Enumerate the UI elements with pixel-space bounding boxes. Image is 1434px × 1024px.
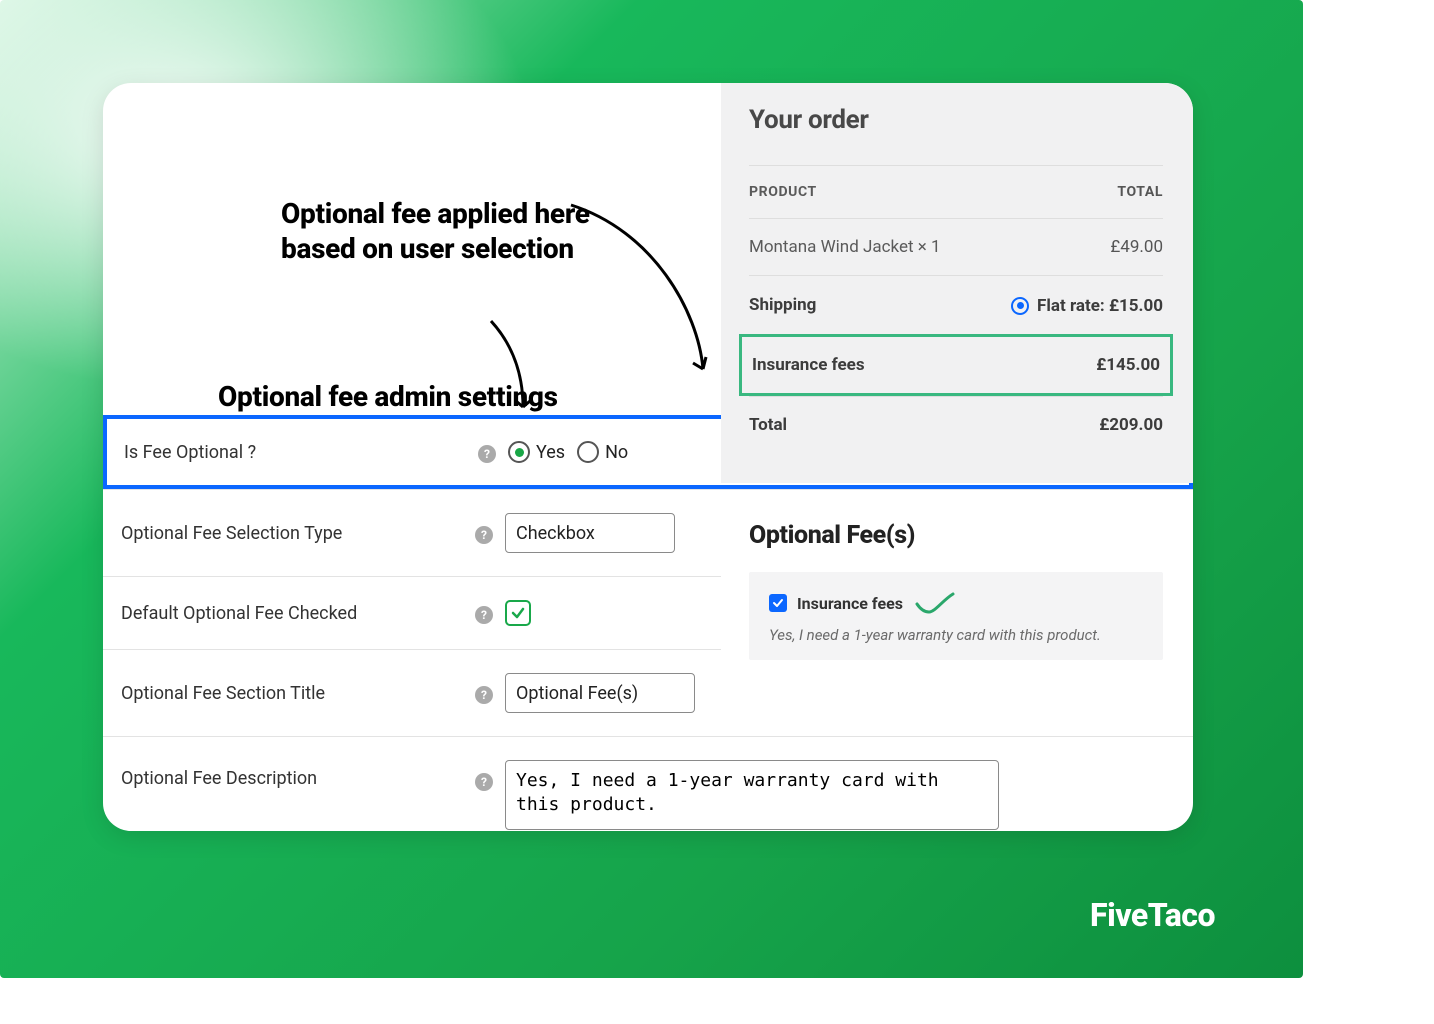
handdrawn-check-icon [913,590,957,616]
order-insurance-label: Insurance fees [752,355,1096,375]
order-head-total: Total [1117,184,1163,200]
section-title-input[interactable]: Optional Fee(s) [505,673,695,713]
selection-type-label: Optional Fee Selection Type [121,523,475,544]
optional-fee-name: Insurance fees [797,594,903,613]
selection-type-value: Checkbox [516,523,595,544]
optional-fee-note: Yes, I need a 1-year warranty card with … [769,626,1143,644]
radio-no-label: No [605,442,628,463]
radio-yes-label: Yes [536,442,565,463]
help-icon[interactable]: ? [475,684,497,704]
screenshot-card: Optional fee applied here based on user … [103,83,1193,831]
order-total-value: £209.00 [1099,415,1163,435]
is-optional-yes-radio[interactable]: Yes [508,441,565,463]
order-shipping-row: Shipping Flat rate: £15.00 [749,275,1163,334]
order-summary: Your order Product Total Montana Wind Ja… [721,83,1193,483]
shipping-option-radio[interactable]: Flat rate: £15.00 [1011,296,1163,316]
order-title: Your order [749,105,1163,135]
optional-fees-heading: Optional Fee(s) [749,521,1163,550]
order-product-row: Montana Wind Jacket × 1 £49.00 [749,218,1163,275]
order-product-total: £49.00 [1110,237,1163,257]
order-header-row: Product Total [749,165,1163,218]
arrow-to-order [563,191,723,391]
optional-fee-checkbox[interactable] [769,594,787,612]
help-icon[interactable]: ? [475,604,497,624]
default-checked-label: Default Optional Fee Checked [121,603,475,624]
row-description: Optional Fee Description ? [103,736,1193,831]
order-head-product: Product [749,184,1117,200]
arrow-to-admin [483,315,543,419]
section-title-label: Optional Fee Section Title [121,683,475,704]
default-checked-checkbox[interactable] [505,600,531,626]
is-fee-optional-label: Is Fee Optional ? [124,442,478,463]
order-total-row: Total £209.00 [749,396,1163,453]
help-icon[interactable]: ? [475,761,497,791]
annotation-top: Optional fee applied here based on user … [281,196,590,266]
is-optional-no-radio[interactable]: No [577,441,628,463]
help-icon[interactable]: ? [475,524,497,544]
shipping-option-label: Flat rate: £15.00 [1037,296,1163,316]
order-product-name: Montana Wind Jacket × 1 [749,237,1110,257]
order-total-label: Total [749,415,1099,435]
page-root: Optional fee applied here based on user … [0,0,1303,978]
order-insurance-row: Insurance fees £145.00 [739,334,1173,396]
optional-fees-block: Optional Fee(s) Insurance fees Yes, I ne… [721,517,1193,686]
section-title-value: Optional Fee(s) [516,683,638,704]
order-shipping-label: Shipping [749,295,1011,315]
optional-fee-item: Insurance fees Yes, I need a 1-year warr… [749,572,1163,660]
selection-type-select[interactable]: Checkbox [505,513,675,553]
order-table: Product Total Montana Wind Jacket × 1 £4… [749,165,1163,453]
order-insurance-value: £145.00 [1096,355,1160,375]
brand-watermark: FiveTaco [1090,896,1215,934]
help-icon[interactable]: ? [478,443,500,463]
description-label: Optional Fee Description [121,760,475,789]
description-textarea[interactable] [505,760,999,830]
